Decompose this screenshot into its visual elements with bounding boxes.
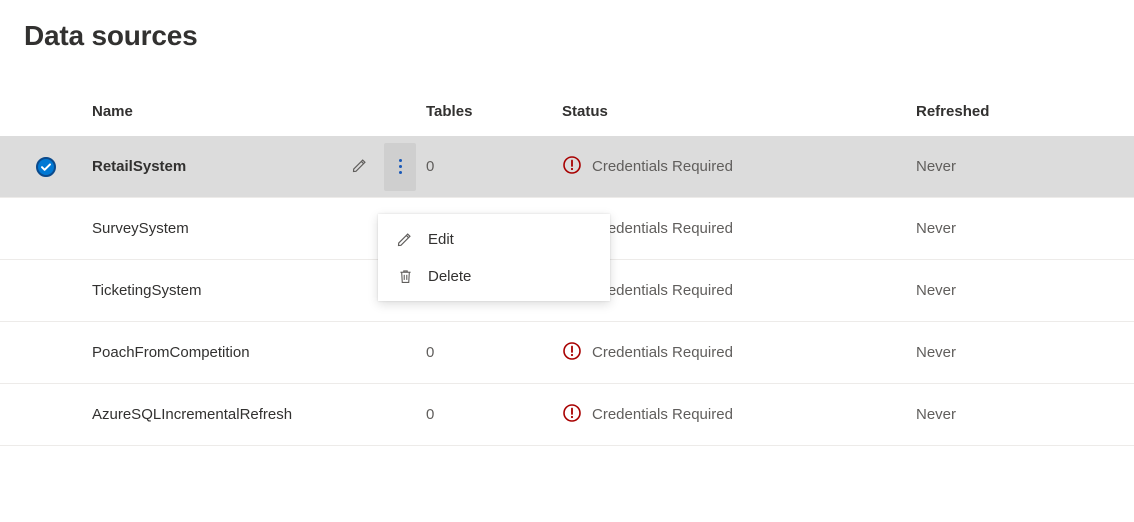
table-row[interactable]: PoachFromCompetition 0 Credentials Requi… (0, 322, 1134, 384)
warning-icon (562, 403, 582, 427)
row-name[interactable]: RetailSystem (92, 158, 340, 175)
menu-item-label: Delete (428, 268, 471, 285)
row-context-menu: Edit Delete (378, 214, 610, 301)
page-title: Data sources (0, 0, 1134, 52)
table-row[interactable]: AzureSQLIncrementalRefresh 0 Credentials… (0, 384, 1134, 446)
row-status: Credentials Required (592, 220, 733, 237)
row-refreshed: Never (916, 220, 1116, 237)
row-tables: 0 (420, 158, 562, 175)
row-refreshed: Never (916, 158, 1116, 175)
menu-item-edit[interactable]: Edit (378, 220, 610, 258)
row-refreshed: Never (916, 282, 1116, 299)
row-refreshed: Never (916, 406, 1116, 423)
row-tables: 0 (420, 344, 562, 361)
warning-icon (562, 155, 582, 179)
edit-icon[interactable] (351, 156, 369, 178)
column-header-status[interactable]: Status (562, 103, 916, 120)
column-header-tables[interactable]: Tables (420, 103, 562, 120)
edit-icon (396, 230, 414, 248)
more-actions-button[interactable] (384, 143, 416, 191)
row-status: Credentials Required (592, 158, 733, 175)
row-name[interactable]: AzureSQLIncrementalRefresh (92, 406, 340, 423)
row-tables: 0 (420, 406, 562, 423)
menu-item-label: Edit (428, 231, 454, 248)
delete-icon (396, 268, 414, 285)
warning-icon (562, 341, 582, 365)
row-refreshed: Never (916, 344, 1116, 361)
menu-item-delete[interactable]: Delete (378, 258, 610, 295)
row-name[interactable]: TicketingSystem (92, 282, 340, 299)
selected-check-icon[interactable] (36, 157, 56, 177)
table-row[interactable]: RetailSystem 0 Credentials Required Neve… (0, 136, 1134, 198)
row-name[interactable]: SurveySystem (92, 220, 340, 237)
vertical-dots-icon (399, 159, 402, 174)
table-header-row: Name Tables Status Refreshed (0, 86, 1134, 136)
row-status: Credentials Required (592, 282, 733, 299)
row-name[interactable]: PoachFromCompetition (92, 344, 340, 361)
column-header-name[interactable]: Name (92, 103, 340, 120)
row-status: Credentials Required (592, 406, 733, 423)
column-header-refreshed[interactable]: Refreshed (916, 103, 1116, 120)
row-status: Credentials Required (592, 344, 733, 361)
